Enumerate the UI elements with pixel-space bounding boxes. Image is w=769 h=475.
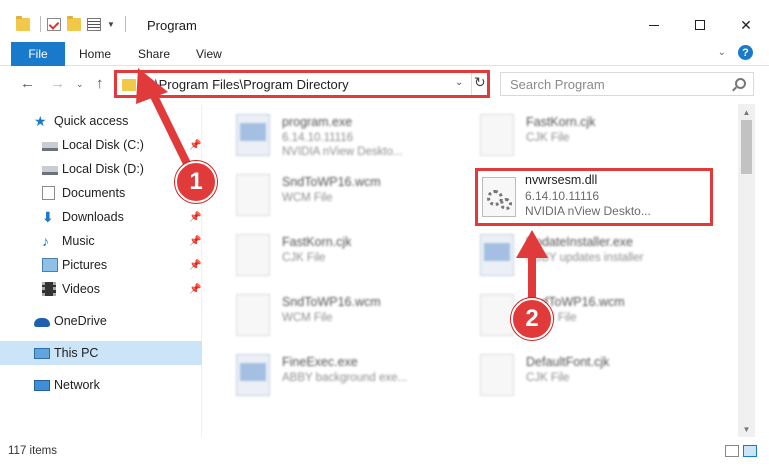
annotation-arrow-2 [516,230,548,304]
annotation-arrows [136,68,548,304]
annotation-badge-2: 2 [511,298,553,340]
annotation-badge-1: 1 [175,161,217,203]
